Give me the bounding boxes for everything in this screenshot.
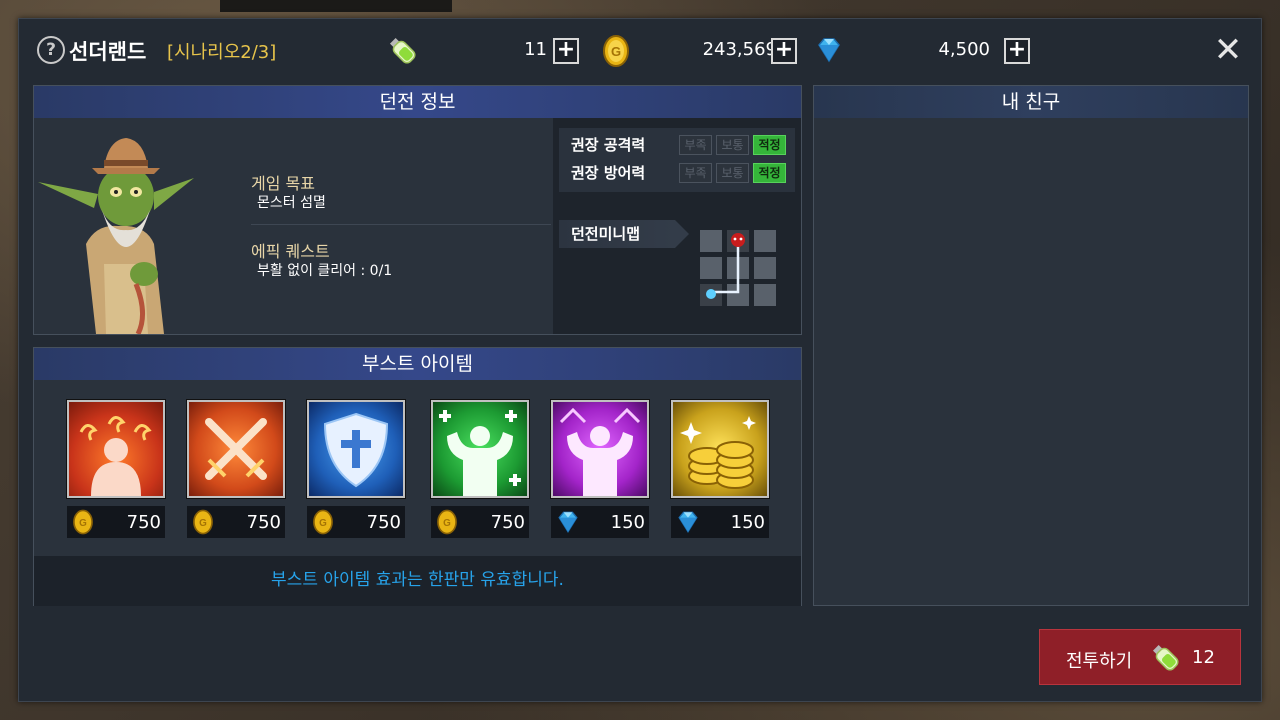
gold-resource: G 243,569 +: [599, 33, 809, 67]
defense-tag-normal: 보통: [716, 163, 749, 183]
gold-coin-icon: G: [193, 509, 213, 535]
gem-icon: [818, 38, 840, 63]
boost-price-muscle-green: G 750: [431, 506, 529, 538]
battle-label: 전투하기: [1066, 651, 1133, 672]
top-strip: [220, 0, 452, 12]
muscle-plus-icon: [439, 410, 521, 496]
recommend-panel: 권장 공격력 부족 보통 적정 권장 방어력 부족 보통 적정 던전미니맵: [553, 118, 801, 334]
game-goal-value: 몬스터 섬멸: [257, 195, 326, 211]
attack-tag-proper: 적정: [753, 135, 786, 155]
svg-text:G: G: [443, 518, 451, 529]
gem-icon: [558, 511, 578, 533]
epic-quest-label: 에픽 퀘스트: [251, 242, 330, 261]
friends-heading: 내 친구: [814, 86, 1248, 118]
gold-value: 243,569: [702, 39, 777, 60]
boost-price-rage: G 750: [67, 506, 165, 538]
boost-price-value: 150: [730, 512, 765, 533]
stamina-plus-button[interactable]: +: [553, 38, 579, 64]
battle-button[interactable]: 전투하기 12: [1039, 629, 1241, 685]
minimap-label: 던전미니맵: [559, 220, 675, 248]
boost-price-value: 750: [366, 512, 401, 533]
boost-item-swords[interactable]: [187, 400, 285, 498]
boost-price-value: 750: [490, 512, 525, 533]
boost-price-swords: G 750: [187, 506, 285, 538]
svg-text:G: G: [319, 518, 327, 529]
dungeon-title: 선더랜드: [69, 40, 147, 64]
gold-coin-icon: G: [313, 509, 333, 535]
dungeon-info-heading: 던전 정보: [34, 86, 801, 118]
rec-defense-label: 권장 방어력: [571, 164, 646, 182]
swords-icon: [205, 418, 267, 480]
shield-icon: [323, 412, 389, 488]
gem-plus-button[interactable]: +: [1004, 38, 1030, 64]
boost-price-value: 750: [126, 512, 161, 533]
epic-quest-value: 부활 없이 클리어 : 0/1: [257, 263, 393, 279]
rage-icon: [79, 416, 152, 496]
stamina-potion-icon: [1152, 644, 1179, 671]
minimap-path: [706, 233, 745, 299]
svg-text:G: G: [611, 44, 621, 59]
minimap-arrow: [675, 220, 689, 248]
gem-resource: 4,500 +: [812, 33, 1030, 67]
boost-price-muscle-purple: 150: [551, 506, 649, 538]
stamina-potion-icon: [389, 37, 416, 64]
attack-tag-normal: 보통: [716, 135, 749, 155]
friends-box: 내 친구: [813, 85, 1249, 606]
svg-text:G: G: [79, 518, 87, 529]
stamina-resource: 11 +: [385, 33, 585, 67]
recommend-stats: 권장 공격력 부족 보통 적정 권장 방어력 부족 보통 적정: [559, 128, 795, 192]
dungeon-entry-panel: ? 선더랜드 [시나리오2/3] 11 + G 243,569 + 4,500 …: [18, 18, 1262, 702]
boost-item-muscle-purple[interactable]: [551, 400, 649, 498]
scenario-progress: [시나리오2/3]: [167, 42, 277, 63]
boost-price-value: 750: [246, 512, 281, 533]
boost-item-muscle-green[interactable]: [431, 400, 529, 498]
defense-tag-low: 부족: [679, 163, 712, 183]
boost-heading: 부스트 아이템: [34, 348, 801, 380]
goal-divider: [251, 224, 551, 225]
goblin-boss-portrait: [38, 138, 194, 334]
boost-item-shield[interactable]: [307, 400, 405, 498]
boost-item-rage[interactable]: [67, 400, 165, 498]
boost-item-coins[interactable]: [671, 400, 769, 498]
header: ? 선더랜드 [시나리오2/3] 11 + G 243,569 + 4,500 …: [19, 19, 1261, 83]
game-goal-label: 게임 목표: [251, 174, 315, 193]
gold-coin-icon: G: [603, 35, 629, 67]
boost-price-coins: 150: [671, 506, 769, 538]
attack-tag-low: 부족: [679, 135, 712, 155]
boost-price-value: 150: [610, 512, 645, 533]
gold-coin-icon: G: [73, 509, 93, 535]
close-icon[interactable]: ✕: [1209, 31, 1247, 69]
gem-icon: [678, 511, 698, 533]
boost-note: 부스트 아이템 효과는 한판만 유효합니다.: [34, 556, 801, 606]
gold-coin-icon: G: [437, 509, 457, 535]
gold-plus-button[interactable]: +: [771, 38, 797, 64]
boost-items-box: 부스트 아이템 G 750 G 750 G 750 G 750 150 150 …: [33, 347, 802, 606]
gem-value: 4,500: [938, 39, 990, 60]
stamina-value: 11: [524, 39, 547, 60]
svg-text:G: G: [199, 518, 207, 529]
boost-price-shield: G 750: [307, 506, 405, 538]
defense-tag-proper: 적정: [753, 163, 786, 183]
coins-icon: [680, 416, 756, 489]
rec-attack-label: 권장 공격력: [571, 136, 646, 154]
help-icon[interactable]: ?: [37, 36, 65, 64]
dungeon-minimap: [700, 230, 780, 310]
battle-stamina-cost: 12: [1192, 647, 1215, 668]
muscle-purple-icon: [559, 407, 641, 496]
dungeon-info-box: 던전 정보 게임 목표 몬스터 섬멸 에픽 퀘스트 부활 없이 클리어 : 0/…: [33, 85, 802, 335]
